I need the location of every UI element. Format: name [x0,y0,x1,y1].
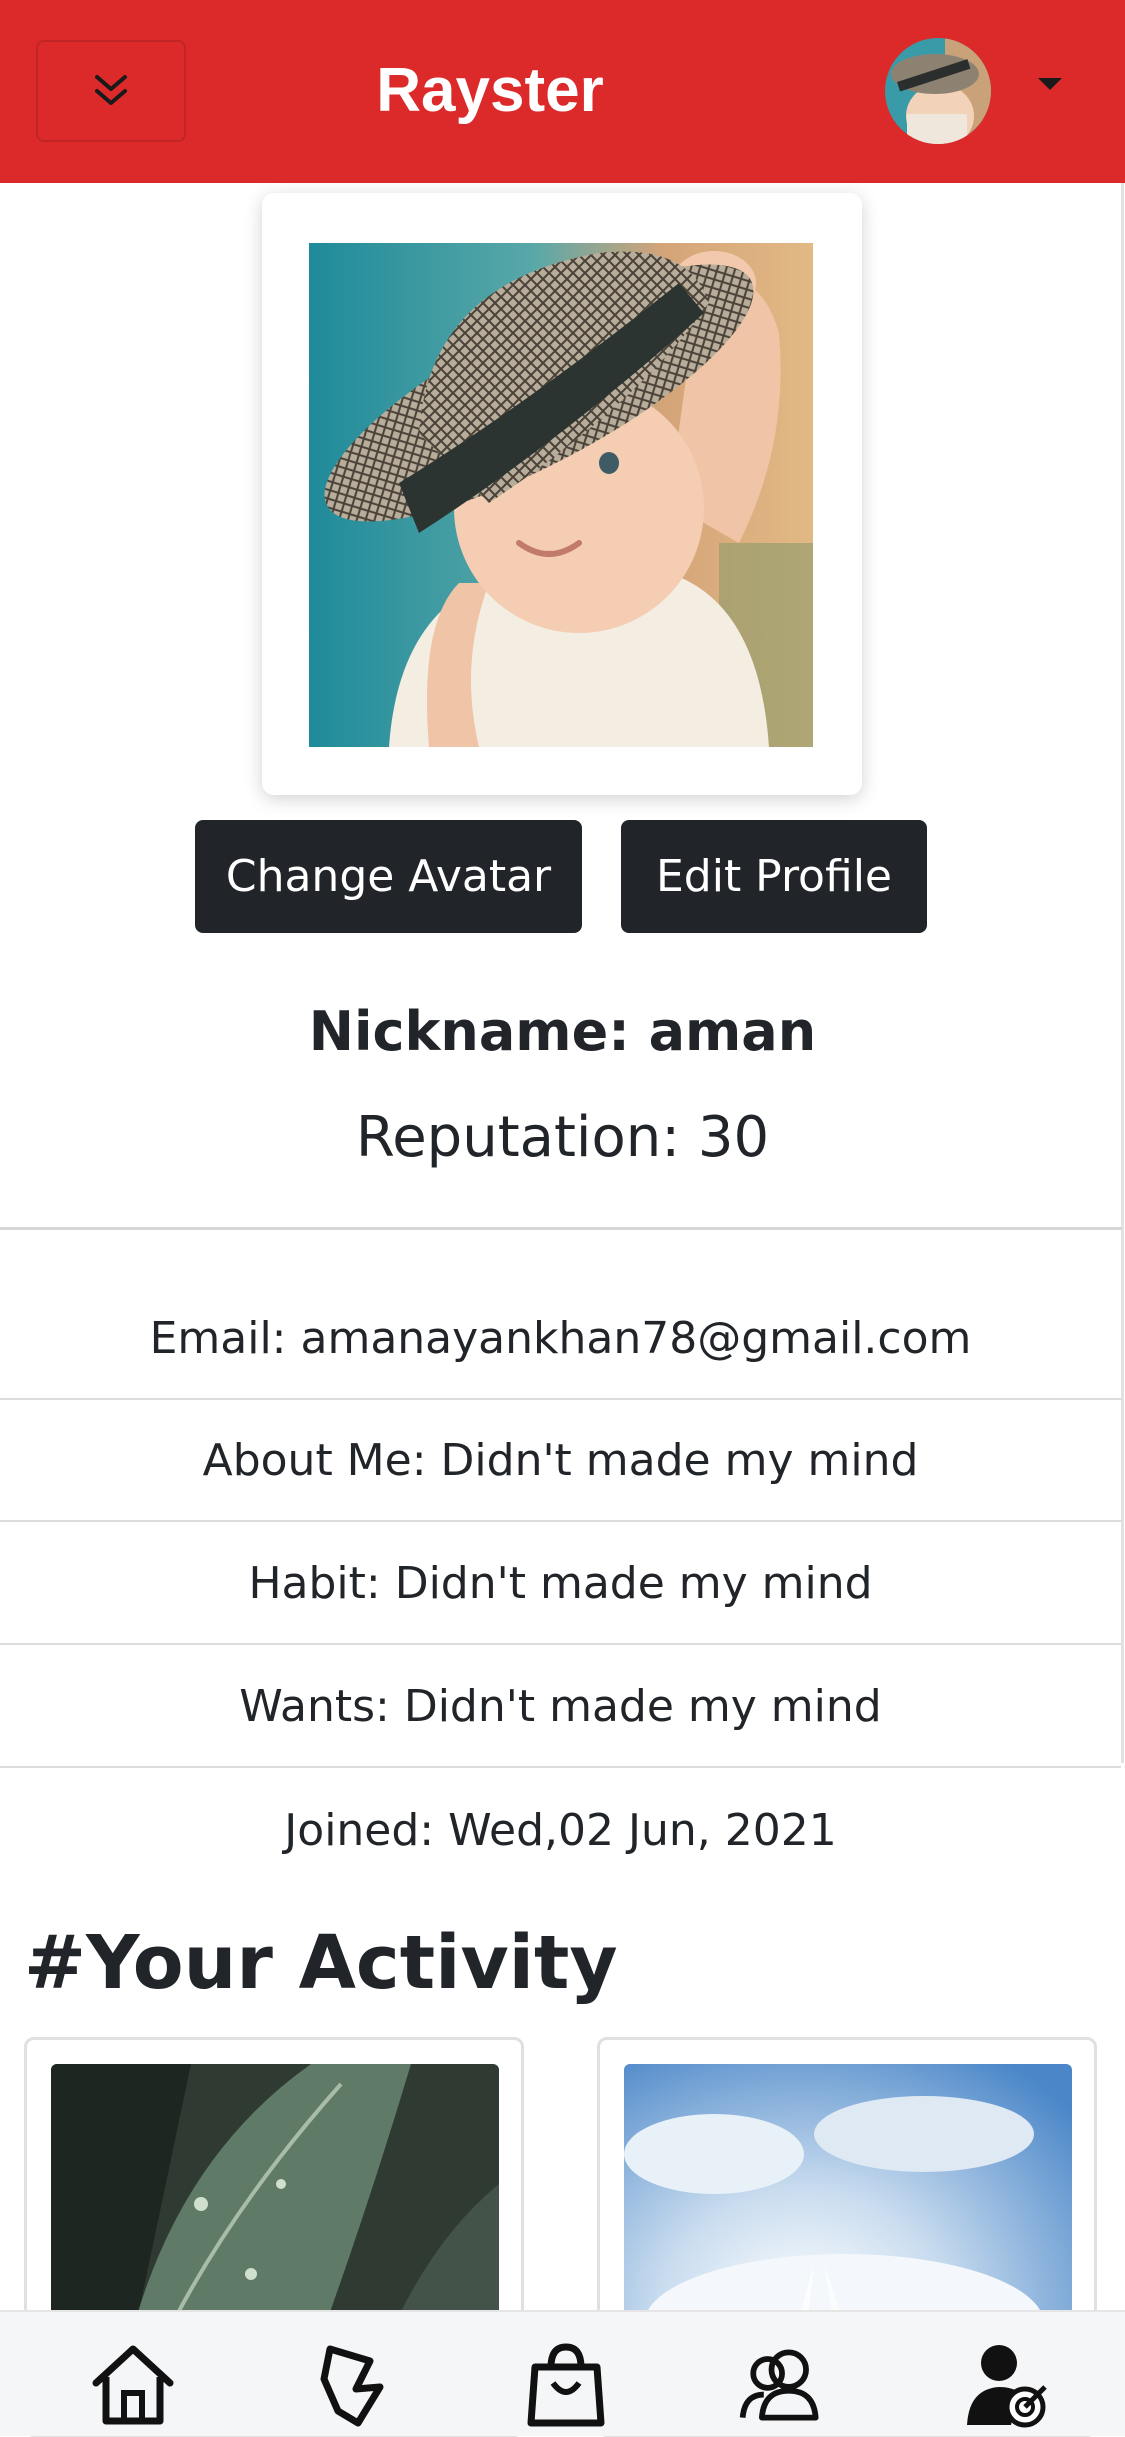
brand-title[interactable]: Rayster [330,55,650,126]
info-wants: Wants: Didn't made my mind [0,1646,1121,1768]
nickname-text: Nickname: aman [308,1000,817,1063]
nav-toggle-button[interactable] [36,40,186,142]
user-target-icon [967,2345,1047,2428]
edit-profile-button[interactable]: Edit Profile [621,820,927,933]
caret-down-icon[interactable] [1038,78,1062,90]
info-about: About Me: Didn't made my mind [0,1400,1121,1522]
user-avatar-menu[interactable] [885,38,991,144]
nav-profile[interactable] [958,2336,1054,2432]
activity-heading: #Your Activity [24,1920,618,2006]
content-border [1121,183,1124,1763]
nav-shop[interactable] [518,2336,614,2432]
avatar-thumbnail [885,38,991,144]
chevron-double-down-icon [95,75,127,105]
avatar-card [262,193,862,795]
info-joined: Joined: Wed,02 Jun, 2021 [284,1804,837,1856]
bottom-navigation [0,2310,1125,2436]
shopping-bag-icon [527,2343,605,2427]
people-icon [739,2349,819,2421]
nav-stickers[interactable] [305,2336,401,2432]
nav-people[interactable] [735,2336,831,2432]
top-navbar: Rayster [0,0,1125,183]
divider [0,1227,1122,1230]
stickers-icon [320,2345,384,2427]
nav-home[interactable] [85,2336,181,2432]
change-avatar-button[interactable]: Change Avatar [195,820,582,933]
info-habit: Habit: Didn't made my mind [0,1523,1121,1645]
home-icon [92,2345,174,2425]
info-email: Email: amanayankhan78@gmail.com [0,1278,1121,1400]
profile-avatar-image [309,243,813,747]
reputation-text: Reputation: 30 [355,1105,770,1170]
